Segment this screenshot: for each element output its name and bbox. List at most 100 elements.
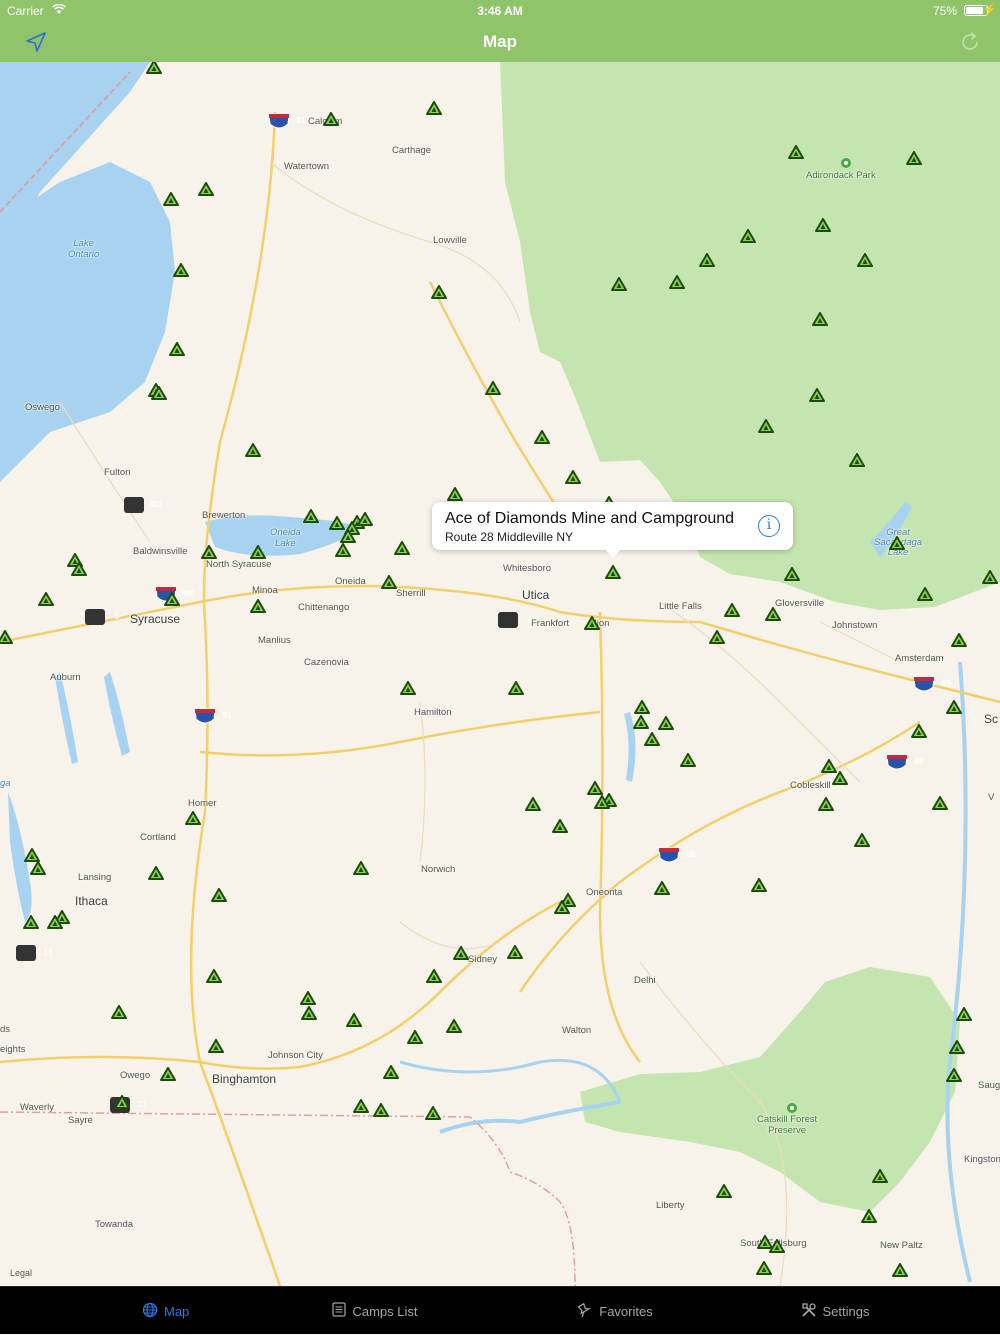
campground-marker-icon[interactable] — [447, 487, 463, 501]
campground-marker-icon[interactable] — [201, 545, 217, 559]
campground-marker-icon[interactable] — [24, 848, 40, 862]
campground-marker-icon[interactable] — [301, 1006, 317, 1020]
campground-marker-icon[interactable] — [198, 182, 214, 196]
campground-marker-icon[interactable] — [208, 1039, 224, 1053]
campground-marker-icon[interactable] — [446, 1019, 462, 1033]
campground-marker-icon[interactable] — [740, 229, 756, 243]
campground-marker-icon[interactable] — [756, 1261, 772, 1275]
campground-marker-icon[interactable] — [784, 567, 800, 581]
campground-marker-icon[interactable] — [173, 263, 189, 277]
campground-marker-icon[interactable] — [857, 253, 873, 267]
campground-marker-icon[interactable] — [346, 1013, 362, 1027]
campground-marker-icon[interactable] — [554, 900, 570, 914]
legal-link[interactable]: Legal — [10, 1268, 32, 1278]
campground-marker-icon[interactable] — [250, 599, 266, 613]
campground-marker-icon[interactable] — [383, 1065, 399, 1079]
tab-camps-list[interactable]: Camps List — [250, 1287, 500, 1335]
campground-marker-icon[interactable] — [151, 386, 167, 400]
campground-marker-icon[interactable] — [709, 630, 725, 644]
campground-marker-icon[interactable] — [815, 218, 831, 232]
campground-marker-icon[interactable] — [30, 861, 46, 875]
campground-marker-icon[interactable] — [669, 275, 685, 289]
campground-marker-icon[interactable] — [185, 811, 201, 825]
campground-marker-icon[interactable] — [552, 819, 568, 833]
campground-marker-icon[interactable] — [917, 587, 933, 601]
campground-marker-icon[interactable] — [946, 1068, 962, 1082]
campground-marker-icon[interactable] — [164, 592, 180, 606]
campground-marker-icon[interactable] — [71, 562, 87, 576]
campground-marker-icon[interactable] — [644, 732, 660, 746]
campground-marker-icon[interactable] — [245, 443, 261, 457]
campground-marker-icon[interactable] — [335, 543, 351, 557]
campground-marker-icon[interactable] — [250, 545, 266, 559]
campground-marker-icon[interactable] — [507, 945, 523, 959]
campground-marker-icon[interactable] — [872, 1169, 888, 1183]
campground-marker-icon[interactable] — [114, 1095, 130, 1109]
campground-marker-icon[interactable] — [425, 1106, 441, 1120]
campground-marker-icon[interactable] — [633, 715, 649, 729]
campground-marker-icon[interactable] — [849, 453, 865, 467]
campground-marker-icon[interactable] — [584, 616, 600, 630]
campground-marker-icon[interactable] — [0, 630, 13, 644]
campground-marker-icon[interactable] — [716, 1184, 732, 1198]
refresh-icon[interactable] — [958, 30, 982, 54]
campground-marker-icon[interactable] — [148, 866, 164, 880]
campground-marker-icon[interactable] — [373, 1103, 389, 1117]
campground-marker-icon[interactable] — [788, 145, 804, 159]
campground-marker-icon[interactable] — [23, 915, 39, 929]
campground-marker-icon[interactable] — [353, 861, 369, 875]
campground-marker-icon[interactable] — [426, 101, 442, 115]
campground-marker-icon[interactable] — [861, 1209, 877, 1223]
campground-callout[interactable]: Ace of Diamonds Mine and Campground Rout… — [432, 502, 793, 558]
campground-marker-icon[interactable] — [407, 1030, 423, 1044]
tab-settings[interactable]: Settings — [710, 1287, 960, 1335]
campground-marker-icon[interactable] — [340, 529, 356, 543]
campground-marker-icon[interactable] — [769, 1239, 785, 1253]
campground-marker-icon[interactable] — [508, 681, 524, 695]
map-view[interactable]: Calcium Carthage Watertown Lowville Adir… — [0, 62, 1000, 1286]
campground-marker-icon[interactable] — [394, 541, 410, 555]
campground-marker-icon[interactable] — [525, 797, 541, 811]
campground-marker-icon[interactable] — [594, 795, 610, 809]
campground-marker-icon[interactable] — [949, 1040, 965, 1054]
campground-marker-icon[interactable] — [323, 112, 339, 126]
campground-marker-icon[interactable] — [932, 796, 948, 810]
campground-marker-icon[interactable] — [911, 724, 927, 738]
campground-marker-icon[interactable] — [485, 381, 501, 395]
campground-marker-icon[interactable] — [854, 833, 870, 847]
campground-marker-icon[interactable] — [812, 312, 828, 326]
campground-marker-icon[interactable] — [982, 570, 998, 584]
campground-marker-icon[interactable] — [426, 969, 442, 983]
tab-favorites[interactable]: Favorites — [490, 1287, 740, 1335]
campground-marker-icon[interactable] — [634, 700, 650, 714]
campground-marker-icon[interactable] — [654, 881, 670, 895]
campground-marker-icon[interactable] — [906, 151, 922, 165]
campground-marker-icon[interactable] — [889, 536, 905, 550]
campground-marker-icon[interactable] — [951, 633, 967, 647]
campground-marker-icon[interactable] — [699, 253, 715, 267]
campground-marker-icon[interactable] — [751, 878, 767, 892]
campground-marker-icon[interactable] — [300, 991, 316, 1005]
campground-marker-icon[interactable] — [565, 470, 581, 484]
campground-marker-icon[interactable] — [303, 509, 319, 523]
campground-marker-icon[interactable] — [611, 277, 627, 291]
campground-marker-icon[interactable] — [724, 603, 740, 617]
campground-marker-icon[interactable] — [818, 797, 834, 811]
campground-marker-icon[interactable] — [329, 516, 345, 530]
campground-marker-icon[interactable] — [353, 1099, 369, 1113]
campground-marker-icon[interactable] — [605, 565, 621, 579]
campground-marker-icon[interactable] — [946, 700, 962, 714]
campground-marker-icon[interactable] — [111, 1005, 127, 1019]
campground-marker-icon[interactable] — [680, 753, 696, 767]
campground-marker-icon[interactable] — [381, 575, 397, 589]
campground-marker-icon[interactable] — [453, 946, 469, 960]
campground-marker-icon[interactable] — [431, 285, 447, 299]
campground-marker-icon[interactable] — [658, 716, 674, 730]
campground-marker-icon[interactable] — [47, 915, 63, 929]
campground-marker-icon[interactable] — [832, 771, 848, 785]
campground-marker-icon[interactable] — [169, 342, 185, 356]
campground-marker-icon[interactable] — [163, 192, 179, 206]
campground-marker-icon[interactable] — [211, 888, 227, 902]
campground-marker-icon[interactable] — [892, 1263, 908, 1277]
campground-marker-icon[interactable] — [38, 592, 54, 606]
